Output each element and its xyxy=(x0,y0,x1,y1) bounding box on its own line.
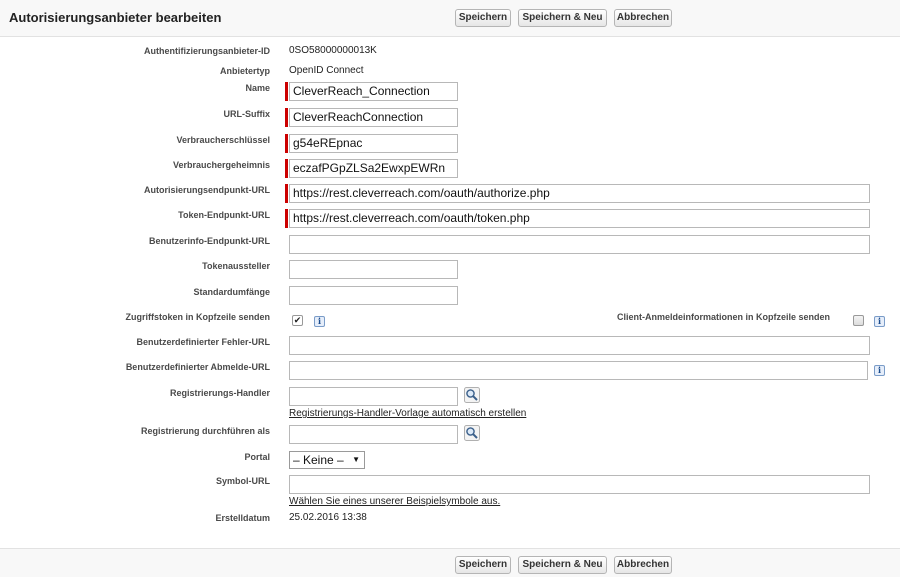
authorize-endpoint-label: Autorisierungsendpunkt-URL xyxy=(144,185,270,195)
icon-url-input[interactable] xyxy=(289,475,870,494)
save-new-button[interactable]: Speichern & Neu xyxy=(518,9,607,27)
send-client-credentials-header-checkbox[interactable] xyxy=(853,315,864,326)
cancel-button[interactable]: Abbrechen xyxy=(614,9,672,27)
info-icon[interactable]: i xyxy=(874,365,885,376)
required-indicator xyxy=(285,82,288,101)
send-client-credentials-header-label: Client-Anmeldeinformationen in Kopfzeile… xyxy=(616,312,830,322)
lookup-icon[interactable] xyxy=(464,387,480,403)
token-issuer-input[interactable] xyxy=(289,260,458,279)
required-indicator xyxy=(285,134,288,153)
chevron-down-icon: ▼ xyxy=(352,455,360,464)
custom-logout-url-input[interactable] xyxy=(289,361,868,380)
name-label: Name xyxy=(245,83,270,93)
userinfo-endpoint-input[interactable] xyxy=(289,235,870,254)
created-date-value: 25.02.2016 13:38 xyxy=(289,512,367,523)
info-icon[interactable]: i xyxy=(314,316,325,327)
custom-error-url-label: Benutzerdefinierter Fehler-URL xyxy=(136,337,270,347)
token-issuer-label: Tokenaussteller xyxy=(202,261,270,271)
portal-label: Portal xyxy=(244,452,270,462)
default-scopes-label: Standardumfänge xyxy=(193,287,270,297)
choose-sample-icon-link[interactable]: Wählen Sie eines unserer Beispielsymbole… xyxy=(289,496,500,507)
token-endpoint-input[interactable]: https://rest.cleverreach.com/oauth/token… xyxy=(289,209,870,228)
custom-logout-url-label: Benutzerdefinierter Abmelde-URL xyxy=(125,362,270,372)
url-suffix-input[interactable]: CleverReachConnection xyxy=(289,108,458,127)
auth-provider-id-value: 0SO58000000013K xyxy=(289,45,377,56)
page-footer-bar: Speichern Speichern & Neu Abbrechen xyxy=(0,548,900,577)
created-date-label: Erstelldatum xyxy=(215,513,270,523)
name-input[interactable]: CleverReach_Connection xyxy=(289,82,458,101)
save-new-button-bottom[interactable]: Speichern & Neu xyxy=(518,556,607,574)
page-title: Autorisierungsanbieter bearbeiten xyxy=(9,10,222,25)
cancel-button-bottom[interactable]: Abbrechen xyxy=(614,556,672,574)
custom-error-url-input[interactable] xyxy=(289,336,870,355)
icon-url-label: Symbol-URL xyxy=(216,476,270,486)
provider-type-label: Anbietertyp xyxy=(219,66,270,76)
required-indicator xyxy=(285,184,288,203)
send-access-token-header-checkbox[interactable]: ✔ xyxy=(292,315,303,326)
authorize-endpoint-input[interactable]: https://rest.cleverreach.com/oauth/autho… xyxy=(289,184,870,203)
url-suffix-label: URL-Suffix xyxy=(223,109,271,119)
info-icon[interactable]: i xyxy=(874,316,885,327)
page-header-bar: Autorisierungsanbieter bearbeiten Speich… xyxy=(0,0,900,37)
required-indicator xyxy=(285,108,288,127)
send-access-token-header-label: Zugriffstoken in Kopfzeile senden xyxy=(125,312,270,322)
auth-provider-id-label: Authentifizierungsanbieter-ID xyxy=(143,46,270,56)
portal-selected-value: – Keine – xyxy=(293,453,344,467)
consumer-key-input[interactable]: g54eREpnac xyxy=(289,134,458,153)
save-button[interactable]: Speichern xyxy=(455,9,511,27)
registration-handler-input[interactable] xyxy=(289,387,458,406)
consumer-key-label: Verbraucherschlüssel xyxy=(176,135,270,145)
save-button-bottom[interactable]: Speichern xyxy=(455,556,511,574)
userinfo-endpoint-label: Benutzerinfo-Endpunkt-URL xyxy=(149,236,270,246)
registration-handler-label: Registrierungs-Handler xyxy=(169,388,270,398)
execute-registration-as-label: Registrierung durchführen als xyxy=(140,426,270,436)
create-registration-handler-link[interactable]: Registrierungs-Handler-Vorlage automatis… xyxy=(289,408,526,419)
provider-type-value: OpenID Connect xyxy=(289,65,364,76)
consumer-secret-input[interactable]: eczafPGpZLSa2EwxpEWRn xyxy=(289,159,458,178)
execute-registration-as-input[interactable] xyxy=(289,425,458,444)
auth-provider-edit-page: Autorisierungsanbieter bearbeiten Speich… xyxy=(0,0,900,577)
default-scopes-input[interactable] xyxy=(289,286,458,305)
lookup-icon[interactable] xyxy=(464,425,480,441)
required-indicator xyxy=(285,209,288,228)
required-indicator xyxy=(285,159,288,178)
consumer-secret-label: Verbrauchergeheimnis xyxy=(172,160,270,170)
portal-select[interactable]: – Keine – ▼ xyxy=(289,451,365,469)
token-endpoint-label: Token-Endpunkt-URL xyxy=(178,210,270,220)
